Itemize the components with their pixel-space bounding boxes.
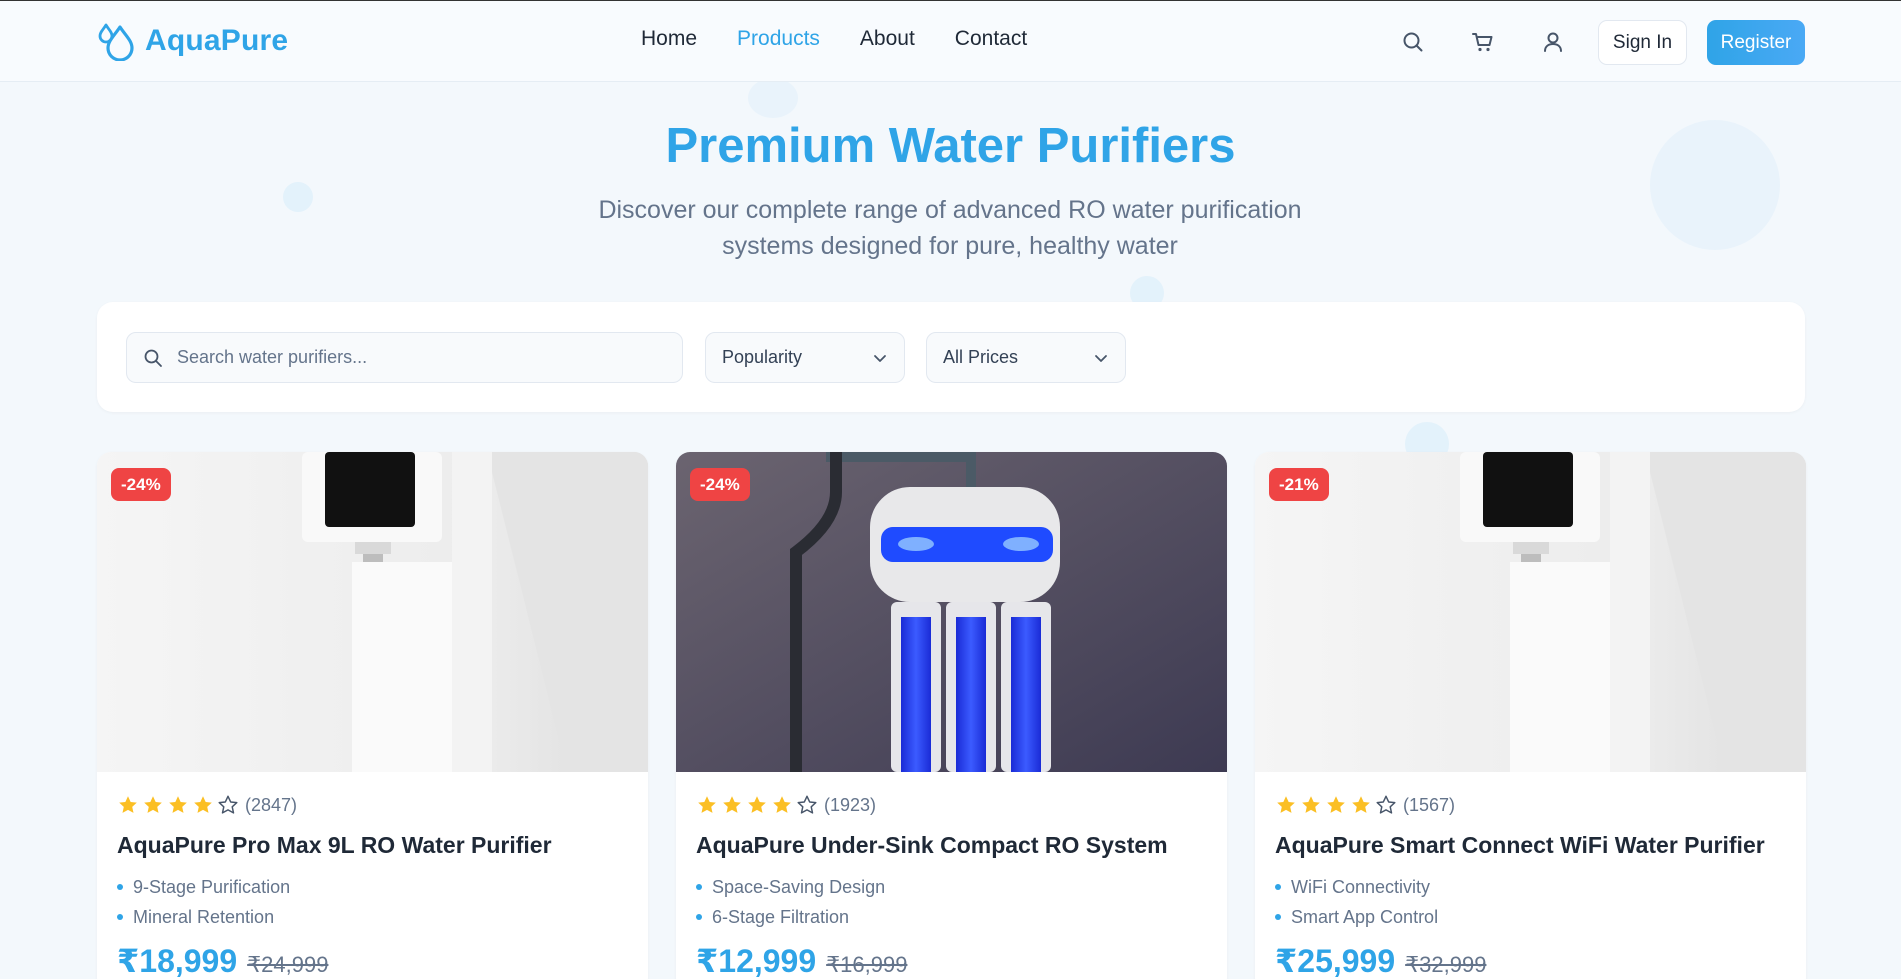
discount-badge: -21% [1269, 468, 1329, 501]
feature-item: Space-Saving Design [696, 872, 885, 902]
feature-item: 9-Stage Purification [117, 872, 290, 902]
feature-item: Mineral Retention [117, 902, 290, 932]
user-icon[interactable] [1540, 29, 1566, 55]
review-count: (2847) [245, 794, 298, 815]
discount-badge: -24% [111, 468, 171, 501]
sort-select[interactable]: Popularity [705, 332, 905, 383]
product-card[interactable]: -24% (1923) AquaPure Under-Sink Compact … [676, 452, 1227, 979]
product-title[interactable]: AquaPure Smart Connect WiFi Water Purifi… [1275, 832, 1765, 859]
sign-in-button[interactable]: Sign In [1598, 20, 1687, 65]
product-card[interactable]: -21% (1567) AquaPure Smart Connect WiFi … [1255, 452, 1806, 979]
cart-icon[interactable] [1470, 29, 1496, 55]
feature-list: 9-Stage Purification Mineral Retention [117, 872, 290, 932]
chevron-down-icon [874, 354, 886, 362]
nav-home[interactable]: Home [641, 27, 697, 51]
star-filled-icon [773, 796, 791, 813]
rating: (1567) [1275, 794, 1455, 816]
sort-select-value: Popularity [722, 347, 803, 367]
chevron-down-icon [1095, 354, 1107, 362]
feature-item: 6-Stage Filtration [696, 902, 885, 932]
product-title[interactable]: AquaPure Pro Max 9L RO Water Purifier [117, 832, 552, 859]
product-image[interactable]: -21% [1255, 452, 1806, 772]
discount-badge: -24% [690, 468, 750, 501]
page-subtitle: Discover our complete range of advanced … [598, 196, 1302, 260]
star-filled-icon [698, 796, 716, 813]
price-row: ₹25,999 ₹32,999 [1275, 942, 1486, 979]
feature-item: Smart App Control [1275, 902, 1438, 932]
star-empty-icon [218, 795, 238, 814]
nav-contact[interactable]: Contact [955, 27, 1027, 51]
star-filled-icon [1302, 796, 1320, 813]
star-filled-icon [194, 796, 212, 813]
original-price: ₹16,999 [826, 952, 908, 977]
product-image[interactable]: -24% [676, 452, 1227, 772]
product-title[interactable]: AquaPure Under-Sink Compact RO System [696, 832, 1168, 859]
star-empty-icon [1376, 795, 1396, 814]
decor-bubble [748, 78, 798, 118]
brand-logo[interactable]: AquaPure [97, 21, 288, 61]
search-icon [144, 349, 162, 367]
decor-bubble [283, 182, 313, 212]
search-icon[interactable] [1400, 29, 1426, 55]
star-empty-icon [797, 795, 817, 814]
rating: (1923) [696, 794, 876, 816]
review-count: (1923) [824, 794, 877, 815]
star-filled-icon [1327, 796, 1345, 813]
product-card[interactable]: -24% (2847) AquaPure Pro Max 9L RO Water… [97, 452, 648, 979]
sale-price: ₹25,999 [1275, 943, 1396, 979]
brand-name: AquaPure [145, 24, 289, 57]
site-header: AquaPure Home Products About Contact Sig… [0, 0, 1901, 82]
main-nav: Home Products About Contact [641, 27, 1027, 51]
rating: (2847) [117, 794, 297, 816]
star-filled-icon [169, 796, 187, 813]
sale-price: ₹18,999 [117, 943, 238, 979]
product-image[interactable]: -24% [97, 452, 648, 772]
star-filled-icon [1277, 796, 1295, 813]
star-filled-icon [119, 796, 137, 813]
feature-list: WiFi Connectivity Smart App Control [1275, 872, 1438, 932]
review-count: (1567) [1403, 794, 1456, 815]
price-select[interactable]: All Prices [926, 332, 1126, 383]
nav-about[interactable]: About [860, 27, 915, 51]
search-field[interactable] [126, 332, 683, 383]
price-row: ₹18,999 ₹24,999 [117, 942, 328, 979]
nav-products[interactable]: Products [737, 27, 820, 51]
page-title: Premium Water Purifiers [665, 119, 1236, 173]
original-price: ₹32,999 [1405, 952, 1487, 977]
star-filled-icon [144, 796, 162, 813]
price-row: ₹12,999 ₹16,999 [696, 942, 907, 979]
price-select-value: All Prices [943, 347, 1019, 367]
feature-list: Space-Saving Design 6-Stage Filtration [696, 872, 885, 932]
star-filled-icon [748, 796, 766, 813]
water-drops-icon [98, 23, 134, 61]
original-price: ₹24,999 [247, 952, 329, 977]
filter-panel: Popularity All Prices [97, 302, 1805, 412]
star-filled-icon [723, 796, 741, 813]
feature-item: WiFi Connectivity [1275, 872, 1438, 902]
search-input[interactable] [177, 347, 657, 368]
register-button[interactable]: Register [1707, 20, 1805, 65]
star-filled-icon [1352, 796, 1370, 813]
sale-price: ₹12,999 [696, 943, 817, 979]
